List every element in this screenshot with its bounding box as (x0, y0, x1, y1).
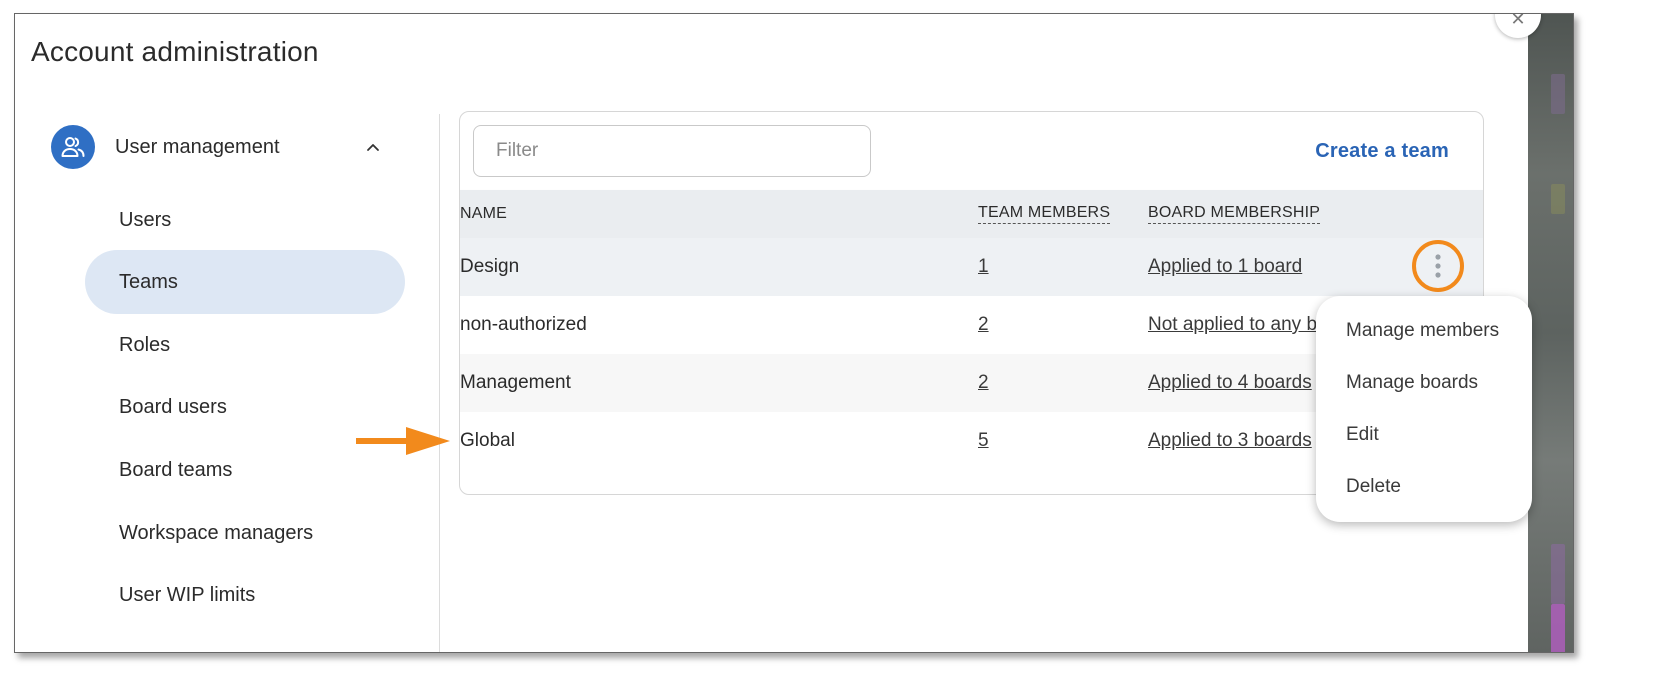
team-name: Management (460, 372, 571, 393)
sidebar-item-label: Users (119, 208, 172, 231)
sidebar-item-label: Board teams (119, 458, 233, 481)
sidebar-item-label: Teams (119, 270, 178, 293)
sidebar-item-user-wip-limits[interactable]: User WIP limits (85, 563, 405, 627)
sidebar-item-users[interactable]: Users (85, 188, 405, 252)
column-header-board-membership[interactable]: BOARD MEMBERSHIP (1148, 204, 1321, 224)
sidebar-item-label: Workspace managers (119, 521, 314, 544)
menu-item-delete[interactable]: Delete (1346, 476, 1401, 498)
sidebar-item-label: Board users (119, 395, 227, 418)
board-membership-link[interactable]: Applied to 4 boards (1148, 372, 1312, 394)
filter-input[interactable] (473, 125, 871, 177)
team-members-link[interactable]: 2 (978, 372, 989, 394)
background-board-strip (1528, 14, 1573, 652)
board-membership-link[interactable]: Not applied to any b (1148, 314, 1317, 336)
menu-item-edit[interactable]: Edit (1346, 424, 1379, 446)
team-members-link[interactable]: 2 (978, 314, 989, 336)
close-icon: ✕ (1510, 13, 1526, 29)
column-header-name[interactable]: NAME (460, 205, 507, 223)
row-actions-button[interactable] (1412, 240, 1464, 292)
menu-item-manage-members[interactable]: Manage members (1346, 320, 1499, 342)
chevron-up-icon[interactable] (363, 137, 383, 157)
table-header: NAME TEAM MEMBERS BOARD MEMBERSHIP (460, 190, 1483, 238)
team-name: Global (460, 430, 515, 451)
sidebar-item-workspace-managers[interactable]: Workspace managers (85, 501, 405, 565)
kebab-menu-icon (1435, 254, 1441, 278)
sidebar-item-label: Roles (119, 333, 171, 356)
menu-item-manage-boards[interactable]: Manage boards (1346, 372, 1478, 394)
row-context-menu: Manage members Manage boards Edit Delete (1316, 296, 1532, 522)
sidebar-group-user-management[interactable]: User management (51, 124, 391, 170)
sidebar-item-roles[interactable]: Roles (85, 313, 405, 377)
page-title: Account administration (31, 36, 319, 67)
screenshot-stage: ✕ Account administration User management (0, 0, 1653, 675)
sidebar-item-teams[interactable]: Teams (85, 250, 405, 314)
column-header-team-members[interactable]: TEAM MEMBERS (978, 204, 1111, 224)
sidebar-item-label: User WIP limits (119, 583, 256, 606)
team-name: Design (460, 256, 520, 277)
board-membership-link[interactable]: Applied to 1 board (1148, 256, 1302, 278)
board-membership-link[interactable]: Applied to 3 boards (1148, 430, 1312, 452)
create-team-link[interactable]: Create a team (1315, 140, 1449, 163)
table-row[interactable]: Design 1 Applied to 1 board (460, 238, 1483, 296)
team-members-link[interactable]: 5 (978, 430, 989, 452)
team-name: non-authorized (460, 314, 587, 335)
team-members-link[interactable]: 1 (978, 256, 989, 278)
users-icon (51, 125, 95, 169)
sidebar: User management Users Teams Roles Board … (15, 114, 440, 652)
annotation-arrow-icon (356, 427, 450, 455)
sidebar-group-label: User management (115, 135, 280, 158)
